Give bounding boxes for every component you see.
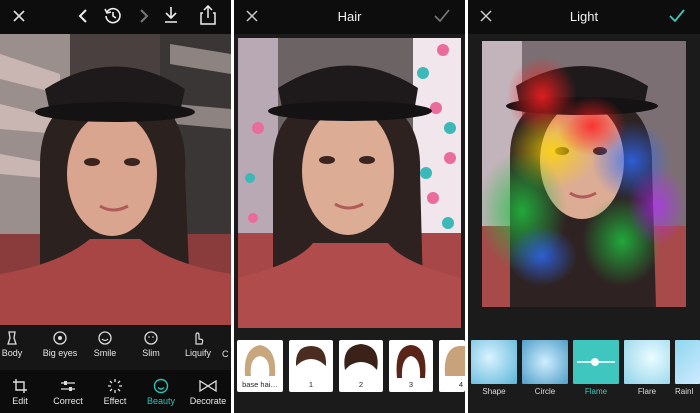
nav-label: Beauty [146, 396, 176, 406]
photo-canvas[interactable] [482, 41, 686, 307]
light-swatch [522, 340, 568, 384]
big-eyes-icon [53, 331, 67, 345]
light-panel: Light Shape Circle Flame Flare Rainl [468, 0, 700, 413]
tool-smile[interactable]: Smile [88, 330, 122, 358]
tool-partial[interactable]: C [222, 349, 231, 359]
smile-icon [98, 331, 112, 345]
light-item-flame[interactable]: Flame [573, 340, 619, 396]
light-swatch [471, 340, 517, 384]
light-label: Circle [534, 387, 556, 396]
checkmark-icon[interactable] [434, 9, 450, 22]
download-icon[interactable] [163, 6, 179, 24]
hair-item-3[interactable]: 3 [389, 340, 433, 392]
hair-label: 2 [358, 380, 364, 389]
top-toolbar: Hair [234, 0, 465, 34]
nav-label: Edit [12, 396, 28, 406]
hair-panel: Hair base hai… 1 2 3 4 [234, 0, 465, 413]
page-title: Hair [337, 9, 362, 24]
tool-label: Slim [142, 348, 160, 358]
hair-item-4[interactable]: 4 [439, 340, 465, 392]
back-icon[interactable] [77, 8, 89, 24]
checkmark-icon[interactable] [669, 9, 685, 22]
history-icon[interactable] [103, 6, 123, 26]
slim-icon [144, 331, 158, 345]
top-toolbar: Light [468, 0, 700, 34]
beauty-face-icon [153, 378, 169, 394]
nav-decorate[interactable]: Decorate [186, 378, 230, 406]
bowtie-icon [199, 379, 217, 393]
beauty-tools-bar: Body Big eyes Smile Slim Liquify C [0, 325, 231, 370]
tool-slim[interactable]: Slim [136, 330, 166, 358]
photo-canvas[interactable] [0, 34, 231, 325]
light-swatch [675, 340, 700, 384]
tool-label: C [222, 349, 229, 359]
light-label: Shape [482, 387, 506, 396]
tool-label: Liquify [184, 348, 211, 358]
main-nav: Edit Correct Effect Beauty Decorate [0, 370, 231, 413]
hair-label: 4 [458, 380, 463, 389]
nav-effect[interactable]: Effect [98, 378, 132, 406]
hair-item-1[interactable]: 1 [289, 340, 333, 392]
sliders-icon [61, 381, 75, 391]
light-item-shape[interactable]: Shape [471, 340, 517, 396]
nav-correct[interactable]: Correct [48, 378, 88, 406]
light-item-flare[interactable]: Flare [624, 340, 670, 396]
nav-label: Effect [103, 396, 127, 406]
tool-big-eyes[interactable]: Big eyes [40, 330, 80, 358]
tool-label: Body [1, 348, 23, 358]
nav-label: Decorate [189, 396, 227, 406]
body-icon [7, 331, 17, 345]
light-swatch [573, 340, 619, 384]
tool-liquify[interactable]: Liquify [181, 330, 215, 358]
liquify-icon [195, 332, 204, 345]
hair-label: 3 [408, 380, 414, 389]
hair-label: 1 [308, 380, 314, 389]
adjust-slider-icon [577, 358, 615, 366]
light-label: Flame [584, 387, 608, 396]
forward-icon[interactable] [138, 8, 150, 24]
hair-label: base hai… [242, 380, 278, 389]
light-item-circle[interactable]: Circle [522, 340, 568, 396]
hair-item-base[interactable]: base hai… [237, 340, 283, 392]
light-swatch [624, 340, 670, 384]
sparkle-icon [108, 379, 122, 393]
photo-canvas[interactable] [238, 38, 461, 328]
tool-body[interactable]: Body [0, 330, 24, 358]
share-icon[interactable] [200, 5, 216, 25]
hair-item-2[interactable]: 2 [339, 340, 383, 392]
nav-edit[interactable]: Edit [4, 378, 36, 406]
tool-label: Smile [93, 348, 117, 358]
beauty-panel: Body Big eyes Smile Slim Liquify C Edit [0, 0, 231, 413]
page-title: Light [569, 9, 599, 24]
light-label: Flare [637, 387, 657, 396]
top-toolbar [0, 0, 231, 34]
close-icon[interactable] [12, 9, 26, 23]
nav-beauty[interactable]: Beauty [142, 378, 180, 406]
tool-label: Big eyes [42, 348, 78, 358]
nav-label: Correct [53, 396, 83, 406]
crop-icon [13, 379, 27, 393]
light-label: Rainl [675, 387, 694, 396]
light-item-rainbow[interactable]: Rainl [675, 340, 700, 396]
